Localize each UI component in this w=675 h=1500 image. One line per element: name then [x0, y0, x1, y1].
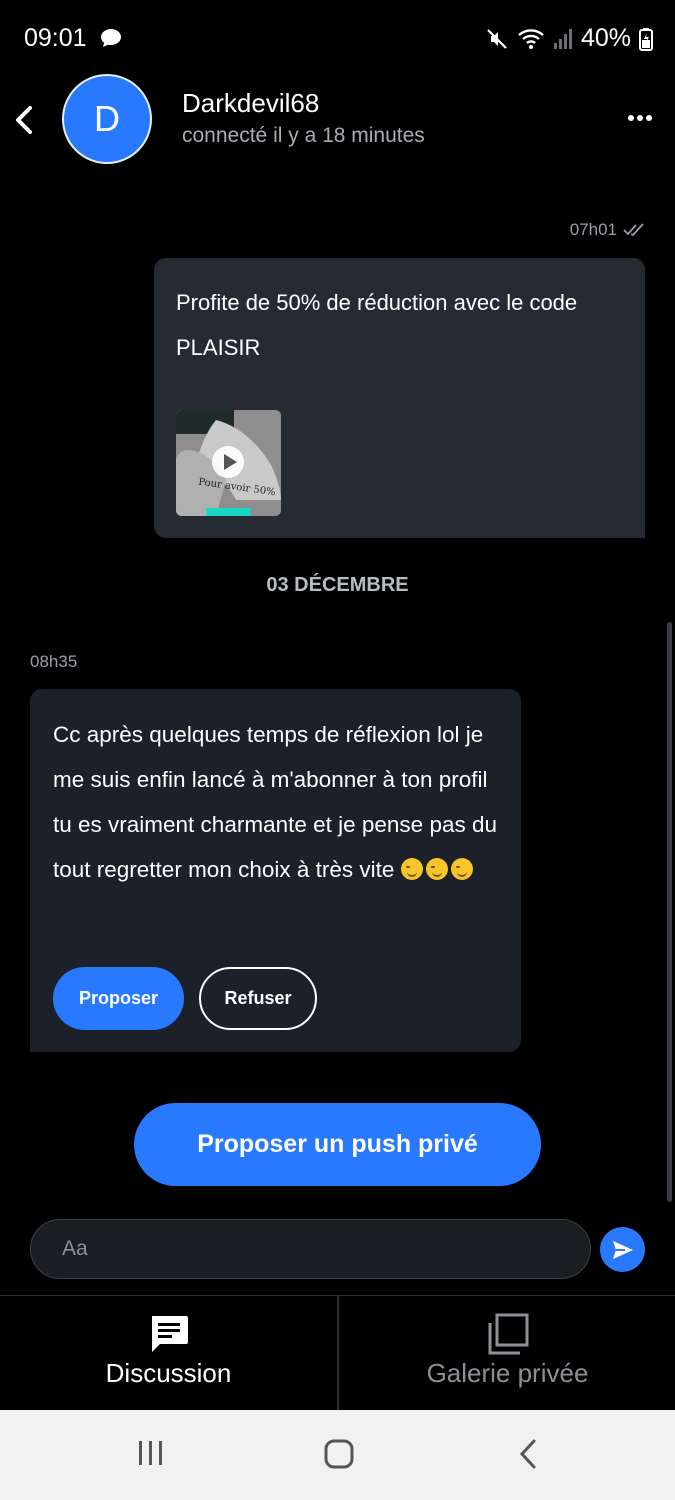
wifi-icon — [518, 28, 544, 49]
send-icon — [612, 1240, 633, 1259]
tab-discussion[interactable]: Discussion — [0, 1296, 337, 1410]
message-input[interactable] — [31, 1220, 590, 1278]
message-input-wrapper — [30, 1219, 591, 1279]
system-navigation-bar — [0, 1410, 675, 1500]
emoji-group — [400, 857, 476, 882]
recent-apps-icon[interactable] — [136, 1438, 166, 1468]
chevron-left-icon — [16, 106, 32, 134]
system-back-icon[interactable] — [516, 1438, 542, 1470]
avatar[interactable]: D — [62, 74, 152, 164]
avatar-letter: D — [94, 98, 120, 139]
status-time: 09:01 — [24, 24, 122, 53]
propose-private-push-button[interactable]: Proposer un push privé — [134, 1103, 541, 1186]
presence-status: connecté il y a 18 minutes — [182, 124, 425, 147]
tab-galerie-privee[interactable]: Galerie privée — [339, 1296, 675, 1410]
refuse-button[interactable]: Refuser — [199, 967, 317, 1030]
status-icons: 40% — [485, 24, 653, 53]
tab-galerie-label: Galerie privée — [426, 1358, 589, 1388]
double-check-icon — [623, 223, 644, 237]
winking-face-icon — [425, 858, 448, 880]
incoming-message-time: 08h35 — [30, 652, 78, 671]
chat-icon — [152, 1316, 188, 1352]
outgoing-message-time: 07h01 — [570, 220, 645, 240]
winking-face-icon — [400, 858, 423, 880]
message-timestamp: 07h01 — [569, 220, 617, 239]
date-separator: 03 DÉCEMBRE — [266, 574, 409, 596]
chat-bubble-icon — [100, 29, 121, 47]
signal-icon — [553, 28, 572, 49]
back-button[interactable] — [10, 100, 40, 140]
send-button[interactable] — [600, 1227, 645, 1272]
scrollbar[interactable] — [667, 622, 672, 1202]
more-horizontal-icon — [628, 115, 652, 121]
home-icon[interactable] — [323, 1438, 355, 1470]
gallery-icon — [488, 1313, 529, 1355]
mute-icon — [487, 28, 507, 49]
video-thumbnail[interactable]: Pour avoir 50% — [176, 410, 281, 516]
battery-icon — [639, 27, 653, 51]
propose-button[interactable]: Proposer — [53, 967, 184, 1030]
more-options-button[interactable] — [627, 108, 653, 128]
tab-discussion-label: Discussion — [105, 1358, 232, 1388]
outgoing-message-text: Profite de 50% de réduction avec le code… — [176, 290, 578, 360]
winking-face-icon — [450, 858, 473, 880]
contact-name[interactable]: Darkdevil68 — [182, 88, 319, 119]
battery-percentage: 40% — [580, 24, 631, 52]
thumbnail-image — [176, 410, 281, 516]
incoming-message-text: Cc après quelques temps de réflexion lol… — [53, 712, 503, 892]
